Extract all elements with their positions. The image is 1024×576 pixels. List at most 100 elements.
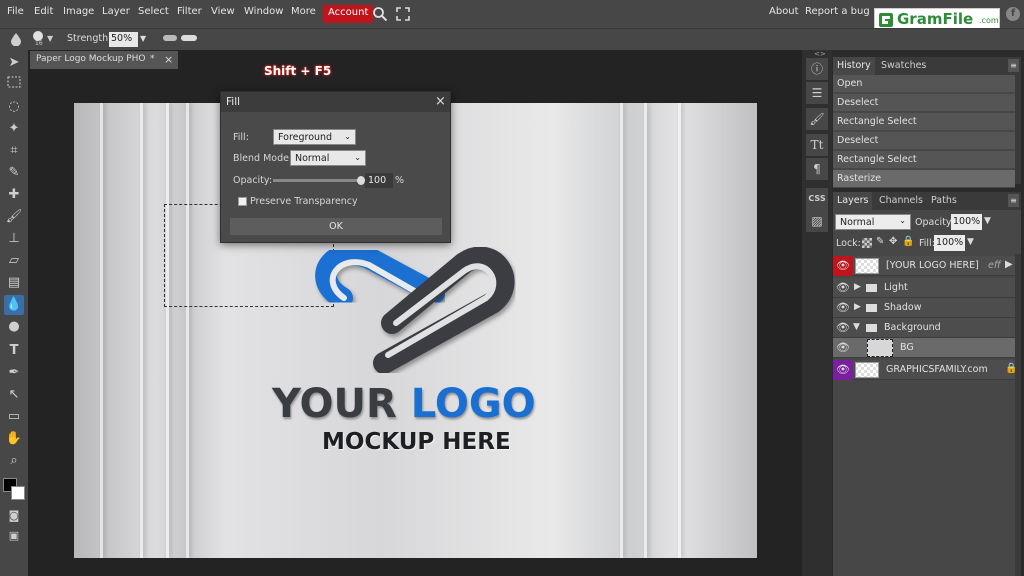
expand-arrow-icon[interactable]: ▶ <box>854 282 861 292</box>
tab-channels[interactable]: Channels <box>875 195 927 206</box>
brush-tool-icon[interactable]: 🖌 <box>4 207 24 227</box>
paragraph-icon[interactable]: ¶ <box>806 158 828 180</box>
screen-mode-icon[interactable]: ▣ <box>4 526 24 546</box>
dodge-tool-icon[interactable]: ● <box>4 317 24 337</box>
history-item[interactable]: Rasterize <box>833 170 1015 188</box>
menu-view[interactable]: View <box>211 6 235 17</box>
history-item[interactable]: Open <box>833 75 1015 93</box>
magic-wand-icon[interactable]: ✦ <box>4 119 24 139</box>
fill-dialog-close-icon[interactable]: × <box>435 94 446 109</box>
tab-swatches[interactable]: Swatches <box>877 60 930 71</box>
menu-window[interactable]: Window <box>244 6 283 17</box>
menu-layer[interactable]: Layer <box>102 6 130 17</box>
menu-edit[interactable]: Edit <box>34 6 53 17</box>
collapse-arrow-icon[interactable]: ▼ <box>853 322 860 332</box>
blend-mode-select[interactable]: Normal ⌄ <box>290 150 366 166</box>
lasso-tool-icon[interactable]: ◌ <box>4 97 24 117</box>
layer-opacity-input[interactable]: 100% <box>951 214 982 230</box>
properties-icon[interactable]: ☰ <box>806 82 828 104</box>
ok-button[interactable]: OK <box>230 218 442 235</box>
brush-dropdown-icon[interactable]: ▼ <box>47 34 53 43</box>
opacity-slider-handle[interactable] <box>357 176 365 185</box>
menu-select[interactable]: Select <box>138 6 169 17</box>
info-icon[interactable]: ⓘ <box>806 58 828 80</box>
clone-stamp-icon[interactable]: ⊥ <box>4 229 24 249</box>
layer-row[interactable]: 👁 ▶ Shadow <box>833 298 1019 318</box>
layers-menu-icon[interactable]: ≡ <box>1008 194 1019 207</box>
brush-panel-icon[interactable]: 🖌 <box>806 108 828 130</box>
pen-tool-icon[interactable]: ✒ <box>4 363 24 383</box>
menu-more[interactable]: More <box>291 6 316 17</box>
preserve-transparency-checkbox[interactable] <box>238 197 247 206</box>
history-item[interactable]: Deselect <box>833 132 1015 150</box>
hand-tool-icon[interactable]: ✋ <box>4 429 24 449</box>
protect-detail-icon[interactable] <box>181 35 197 41</box>
eyedropper-icon[interactable]: ✎ <box>4 163 24 183</box>
layer-row[interactable]: 👁 [YOUR LOGO HERE] eff ▶ <box>833 256 1019 276</box>
background-color-swatch[interactable] <box>11 486 25 500</box>
lock-pixels-icon[interactable]: ✎ <box>876 236 884 247</box>
layer-row[interactable]: 👁 ▶ Light <box>833 278 1019 298</box>
marquee-tool-icon[interactable] <box>4 75 24 95</box>
menu-about[interactable]: About <box>769 6 799 17</box>
crop-tool-icon[interactable]: ⌗ <box>4 141 24 161</box>
image-panel-icon[interactable]: ▨ <box>806 210 828 232</box>
visibility-eye-icon[interactable]: 👁 <box>833 298 853 318</box>
zoom-tool-icon[interactable]: ⌕ <box>4 451 24 471</box>
document-tab[interactable]: Paper Logo Mockup PHO * × <box>30 51 178 69</box>
layer-row[interactable]: 👁 GRAPHICSFAMILY.com 🔒 <box>833 360 1019 380</box>
css-icon[interactable]: CSS <box>806 188 828 210</box>
visibility-eye-icon[interactable]: 👁 <box>833 278 853 298</box>
opacity-input[interactable]: 100 <box>365 173 393 188</box>
tab-layers[interactable]: Layers <box>833 192 873 210</box>
shape-tool-icon[interactable]: ▭ <box>4 407 24 427</box>
quick-mask-icon[interactable]: ◙ <box>4 506 24 526</box>
document-tab-close-icon[interactable]: × <box>164 53 173 66</box>
healing-brush-icon[interactable]: ✚ <box>4 185 24 205</box>
character-icon[interactable]: Tt <box>806 134 828 156</box>
eraser-tool-icon[interactable]: ▱ <box>4 251 24 271</box>
layer-blend-select[interactable]: Normal ⌄ <box>835 214 911 230</box>
visibility-eye-icon[interactable]: 👁 <box>833 360 853 380</box>
tab-history[interactable]: History <box>833 57 875 75</box>
type-tool-icon[interactable]: T <box>4 341 24 361</box>
collapse-arrows-icon[interactable]: <> <box>814 50 826 58</box>
menu-file[interactable]: File <box>7 6 24 17</box>
menu-report-bug[interactable]: Report a bug <box>805 6 870 17</box>
path-select-icon[interactable]: ↖ <box>4 385 24 405</box>
facebook-icon[interactable]: f <box>1006 7 1020 21</box>
strength-dropdown-icon[interactable]: ▼ <box>140 34 146 43</box>
strength-input[interactable]: 50% <box>109 32 138 47</box>
fullscreen-icon[interactable] <box>396 7 410 21</box>
layer-fill-input[interactable]: 100% <box>934 235 965 251</box>
visibility-eye-icon[interactable]: 👁 <box>833 318 853 338</box>
sample-all-icon[interactable] <box>163 35 177 41</box>
visibility-eye-icon[interactable]: 👁 <box>833 338 853 358</box>
layer-row[interactable]: 👁 ▼ Background <box>833 318 1019 338</box>
move-tool-icon[interactable]: ➤ <box>4 53 24 73</box>
account-button[interactable]: Account <box>323 5 374 23</box>
search-icon[interactable] <box>372 6 388 22</box>
opacity-slider-track[interactable] <box>273 176 365 185</box>
visibility-eye-icon[interactable]: 👁 <box>833 256 853 276</box>
expand-effects-icon[interactable]: ▶ <box>1005 259 1013 270</box>
fill-source-select[interactable]: Foreground ⌄ <box>273 129 356 145</box>
history-item[interactable]: Deselect <box>833 94 1015 112</box>
layer-row[interactable]: 👁 BG <box>833 338 1019 358</box>
lock-transparency-icon[interactable] <box>862 238 872 248</box>
menu-image[interactable]: Image <box>63 6 94 17</box>
blur-tool-icon[interactable]: 💧 <box>4 295 24 315</box>
layers-scrollbar[interactable] <box>1015 254 1021 576</box>
layer-fill-dropdown-icon[interactable]: ▼ <box>967 237 974 247</box>
lock-position-icon[interactable]: ✥ <box>889 236 897 247</box>
history-item[interactable]: Rectangle Select <box>833 113 1015 131</box>
expand-arrow-icon[interactable]: ▶ <box>854 302 861 312</box>
tab-paths[interactable]: Paths <box>927 195 961 206</box>
fill-dialog-titlebar[interactable]: Fill × <box>221 92 450 112</box>
history-menu-icon[interactable]: ≡ <box>1008 59 1019 72</box>
menu-filter[interactable]: Filter <box>177 6 202 17</box>
gradient-tool-icon[interactable]: ▤ <box>4 273 24 293</box>
history-scrollbar[interactable] <box>1015 75 1021 184</box>
history-item[interactable]: Rectangle Select <box>833 151 1015 169</box>
layer-opacity-dropdown-icon[interactable]: ▼ <box>984 216 991 226</box>
